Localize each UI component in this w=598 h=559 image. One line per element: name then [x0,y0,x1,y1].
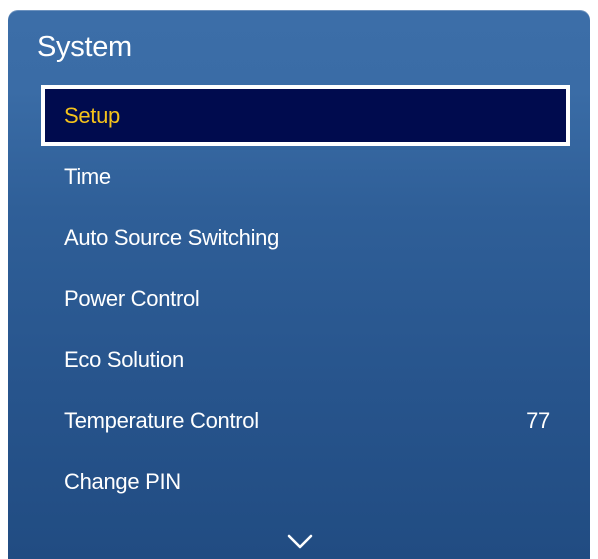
menu-title: System [37,31,132,63]
menu-item-label: Time [64,164,111,189]
menu-item-label: Change PIN [64,469,181,494]
menu-item-time[interactable]: Time [8,146,590,207]
menu-item-label: Eco Solution [64,347,184,372]
menu-item-label: Auto Source Switching [64,225,280,250]
menu-item-power-control[interactable]: Power Control [8,268,590,329]
temperature-value: 77 [526,408,550,433]
menu-item-eco-solution[interactable]: Eco Solution [8,329,590,390]
chevron-down-icon[interactable] [286,533,314,551]
menu-item-change-pin[interactable]: Change PIN [8,451,590,512]
menu-item-auto-source-switching[interactable]: Auto Source Switching [8,207,590,268]
menu-item-label: Temperature Control [64,408,259,433]
menu-item-label: Setup [64,103,120,128]
menu-item-temperature-control[interactable]: Temperature Control 77 [8,390,590,451]
menu-item-label: Power Control [64,286,200,311]
menu-list: Setup Time Auto Source Switching Power C… [8,85,590,512]
system-menu-panel: System Setup Time Auto Source Switching … [8,10,590,559]
menu-item-setup[interactable]: Setup [41,85,570,146]
